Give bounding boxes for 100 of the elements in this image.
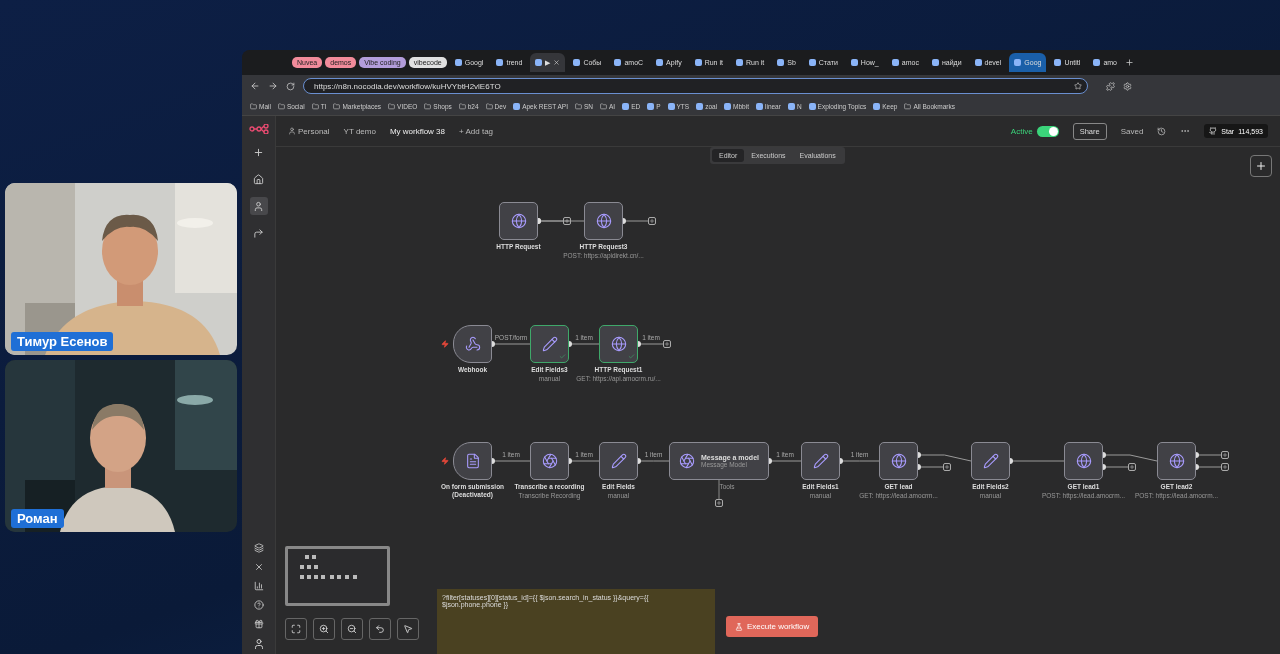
star-icon[interactable] <box>1074 82 1082 90</box>
favicon-icon <box>1054 59 1062 66</box>
folder-icon <box>599 102 607 110</box>
workflow-node[interactable] <box>584 202 623 240</box>
add-node-button[interactable] <box>1128 463 1136 471</box>
logo-icon <box>248 124 269 134</box>
forward-icon[interactable] <box>268 81 278 91</box>
workflow-node[interactable] <box>499 202 538 240</box>
breadcrumb[interactable]: Personal <box>298 126 330 136</box>
zoom-in-icon <box>319 624 329 634</box>
new-tab-icon[interactable] <box>1125 58 1134 67</box>
plus-icon <box>1222 452 1228 458</box>
workflow-node[interactable] <box>879 442 918 480</box>
help-icon[interactable] <box>253 600 264 610</box>
user-button[interactable] <box>249 197 268 215</box>
folder-icon <box>277 102 285 110</box>
home-icon <box>253 173 264 185</box>
favicon-icon <box>931 59 939 66</box>
history-icon[interactable] <box>1157 126 1167 136</box>
folder-icon <box>574 102 582 110</box>
pointer-button[interactable] <box>397 618 419 640</box>
globe-icon <box>610 336 627 352</box>
plus-icon <box>564 218 570 224</box>
avatar-icon[interactable] <box>252 638 265 650</box>
favicon-icon <box>535 59 543 66</box>
add-icon <box>253 146 264 158</box>
folder-icon <box>485 102 493 110</box>
favicon-icon <box>787 102 795 110</box>
plus-icon <box>1255 160 1267 172</box>
pencil-icon <box>541 336 558 352</box>
globe-icon <box>1168 453 1185 469</box>
reload-icon[interactable] <box>286 81 295 91</box>
add-node-button[interactable] <box>943 463 951 471</box>
zoom-out-button[interactable] <box>341 618 363 640</box>
favicon-icon <box>647 102 655 110</box>
address-field[interactable]: https://n8n.nocodia.dev/workflow/kuHVYbtH2vlE6TO <box>303 78 1088 94</box>
pencil-icon <box>982 453 999 469</box>
add-node-button[interactable] <box>648 217 656 225</box>
globe-icon <box>890 453 907 469</box>
favicon-icon <box>974 59 982 66</box>
workflow-node[interactable] <box>530 325 569 363</box>
minimap[interactable] <box>285 546 390 606</box>
workflow-node[interactable] <box>530 442 569 480</box>
minimap-drawing <box>300 555 360 581</box>
close-icon[interactable] <box>553 59 561 66</box>
breadcrumb[interactable]: YT demo <box>343 126 376 136</box>
favicon-icon <box>496 59 504 66</box>
workflow-node[interactable] <box>801 442 840 480</box>
favicon-icon <box>735 59 743 66</box>
favicon-icon <box>808 59 816 66</box>
participant-name: Тимур Есенов <box>11 332 114 351</box>
favicon-icon <box>756 102 763 110</box>
add-node-button[interactable] <box>1221 451 1229 459</box>
add-node-button[interactable] <box>715 499 723 507</box>
gift-icon[interactable] <box>253 619 264 629</box>
layers-icon[interactable] <box>253 543 264 553</box>
extension-icon[interactable] <box>1106 81 1115 91</box>
globe-icon <box>510 213 527 229</box>
workflow-node[interactable] <box>599 442 638 480</box>
zoom-in-button[interactable] <box>313 618 335 640</box>
favicon-icon <box>454 59 462 66</box>
workflow-node[interactable] <box>599 325 638 363</box>
favicon-icon <box>667 102 675 110</box>
add-node-button[interactable] <box>663 340 671 348</box>
favicon-icon <box>573 59 581 66</box>
favicon-icon <box>614 59 622 66</box>
workflow-node[interactable] <box>453 325 492 363</box>
variables-icon[interactable] <box>253 562 264 572</box>
add-tag-link[interactable]: + Add tag <box>459 126 494 136</box>
add-node-button[interactable] <box>1250 155 1272 177</box>
add-node-button[interactable] <box>563 217 571 225</box>
plus-icon <box>1222 464 1228 470</box>
workflow-node[interactable] <box>1157 442 1196 480</box>
workflow-node[interactable] <box>453 442 492 480</box>
favicon-icon <box>777 59 785 66</box>
settings-icon[interactable] <box>1123 81 1132 91</box>
check-icon <box>628 353 635 360</box>
chart-icon[interactable] <box>253 581 264 591</box>
active-label: Active <box>1010 126 1033 136</box>
favicon-icon <box>622 102 630 110</box>
fit-view-button[interactable] <box>285 618 307 640</box>
participant-name: Роман <box>11 509 64 528</box>
favicon-icon <box>873 102 881 110</box>
active-toggle[interactable] <box>1036 125 1059 137</box>
workflow-node[interactable] <box>971 442 1010 480</box>
fit-view-icon <box>291 624 301 634</box>
favicon-icon <box>808 102 816 110</box>
back-icon[interactable] <box>250 81 260 91</box>
workflow-node[interactable] <box>1064 442 1103 480</box>
breadcrumb[interactable]: My workflow 38 <box>389 126 445 136</box>
pencil-icon <box>610 453 627 469</box>
folder-icon <box>250 102 257 110</box>
pencil-icon <box>812 453 829 469</box>
reset-button[interactable] <box>369 618 391 640</box>
folder-icon <box>388 102 396 110</box>
add-node-button[interactable] <box>1221 463 1229 471</box>
favicon-icon <box>694 59 702 66</box>
favicon-icon <box>656 59 664 66</box>
favicon-icon <box>724 102 732 110</box>
zoom-out-icon <box>347 624 357 634</box>
